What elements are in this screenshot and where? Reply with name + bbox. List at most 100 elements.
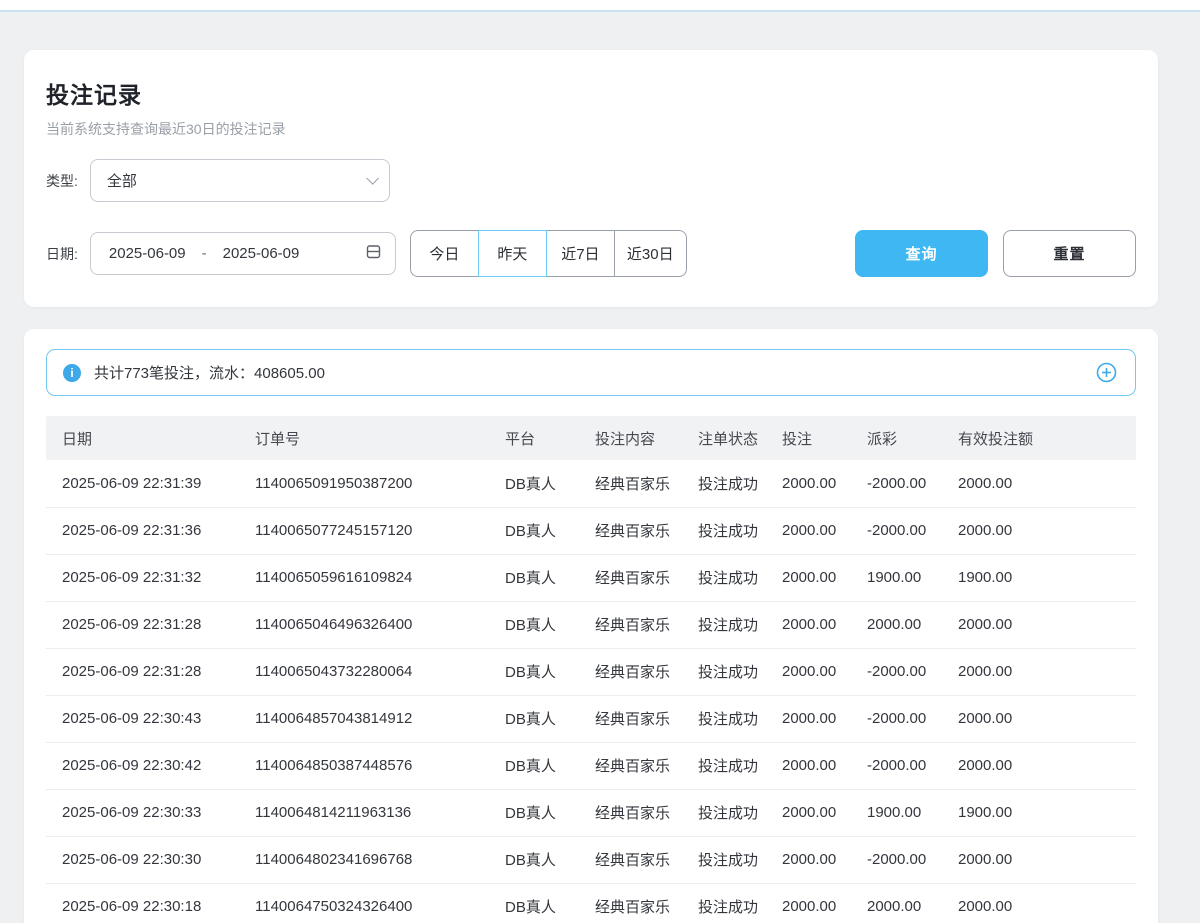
date-filter-row: 日期: 2025-06-09 - 2025-06-09 今日昨天近7日近30日 … [46,230,1136,277]
column-header: 订单号 [239,416,489,460]
cell-platform: DB真人 [489,554,579,601]
column-header: 有效投注额 [942,416,1136,460]
cell-bet: 2000.00 [766,789,851,836]
chevron-down-icon [366,172,379,185]
cell-content: 经典百家乐 [579,789,682,836]
cell-content: 经典百家乐 [579,695,682,742]
cell-status: 投注成功 [682,507,766,554]
cell-date: 2025-06-09 22:31:36 [46,507,239,554]
cell-payout: 1900.00 [851,789,942,836]
type-select[interactable]: 全部 [90,159,390,202]
cell-order: 1140064850387448576 [239,742,489,789]
cell-status: 投注成功 [682,789,766,836]
cell-bet: 2000.00 [766,507,851,554]
query-button[interactable]: 查询 [855,230,988,277]
cell-date: 2025-06-09 22:30:33 [46,789,239,836]
top-strip [0,0,1200,10]
results-card: i 共计773笔投注，流水：408605.00 日期订单号平台投注内容注单状态投… [24,329,1158,923]
column-header: 投注 [766,416,851,460]
type-filter-row: 类型: 全部 [46,159,1136,202]
cell-order: 1140064802341696768 [239,836,489,883]
cell-valid: 2000.00 [942,883,1136,923]
cell-bet: 2000.00 [766,695,851,742]
cell-valid: 1900.00 [942,789,1136,836]
cell-content: 经典百家乐 [579,507,682,554]
date-label: 日期: [46,244,78,264]
reset-button[interactable]: 重置 [1003,230,1136,277]
table-row: 2025-06-09 22:31:391140065091950387200DB… [46,460,1136,507]
cell-bet: 2000.00 [766,601,851,648]
plus-circle-icon[interactable] [1096,362,1117,383]
cell-platform: DB真人 [489,507,579,554]
cell-payout: -2000.00 [851,742,942,789]
cell-date: 2025-06-09 22:30:43 [46,695,239,742]
cell-bet: 2000.00 [766,883,851,923]
cell-platform: DB真人 [489,460,579,507]
cell-valid: 2000.00 [942,742,1136,789]
cell-status: 投注成功 [682,554,766,601]
cell-date: 2025-06-09 22:31:39 [46,460,239,507]
cell-valid: 1900.00 [942,554,1136,601]
cell-valid: 2000.00 [942,601,1136,648]
quick-date-button-1[interactable]: 昨天 [478,230,547,277]
top-accent-line [0,10,1200,12]
cell-bet: 2000.00 [766,836,851,883]
cell-payout: -2000.00 [851,460,942,507]
cell-platform: DB真人 [489,695,579,742]
cell-order: 1140064750324326400 [239,883,489,923]
cell-valid: 2000.00 [942,648,1136,695]
quick-date-button-2[interactable]: 近7日 [546,230,615,277]
table-row: 2025-06-09 22:30:331140064814211963136DB… [46,789,1136,836]
cell-valid: 2000.00 [942,507,1136,554]
cell-payout: -2000.00 [851,507,942,554]
cell-content: 经典百家乐 [579,836,682,883]
cell-payout: -2000.00 [851,648,942,695]
column-header: 日期 [46,416,239,460]
cell-valid: 2000.00 [942,695,1136,742]
cell-bet: 2000.00 [766,742,851,789]
cell-valid: 2000.00 [942,836,1136,883]
cell-order: 1140064814211963136 [239,789,489,836]
cell-date: 2025-06-09 22:30:42 [46,742,239,789]
summary-text: 共计773笔投注，流水：408605.00 [94,362,325,383]
cell-order: 1140065091950387200 [239,460,489,507]
cell-order: 1140064857043814912 [239,695,489,742]
cell-status: 投注成功 [682,648,766,695]
cell-order: 1140065046496326400 [239,601,489,648]
cell-bet: 2000.00 [766,554,851,601]
quick-date-button-0[interactable]: 今日 [410,230,479,277]
type-label: 类型: [46,171,78,191]
table-row: 2025-06-09 22:30:301140064802341696768DB… [46,836,1136,883]
calendar-icon [366,244,381,263]
cell-status: 投注成功 [682,836,766,883]
cell-platform: DB真人 [489,883,579,923]
column-header: 平台 [489,416,579,460]
table-row: 2025-06-09 22:30:181140064750324326400DB… [46,883,1136,923]
date-separator: - [202,245,207,262]
type-select-value: 全部 [107,170,137,191]
bet-records-table: 日期订单号平台投注内容注单状态投注派彩有效投注额 2025-06-09 22:3… [46,416,1136,923]
quick-date-button-group: 今日昨天近7日近30日 [410,230,687,277]
cell-date: 2025-06-09 22:31:28 [46,601,239,648]
page-subtitle: 当前系统支持查询最近30日的投注记录 [46,119,1136,139]
cell-date: 2025-06-09 22:31:28 [46,648,239,695]
column-header: 注单状态 [682,416,766,460]
cell-content: 经典百家乐 [579,648,682,695]
cell-bet: 2000.00 [766,460,851,507]
cell-valid: 2000.00 [942,460,1136,507]
cell-payout: -2000.00 [851,836,942,883]
info-icon: i [63,364,81,382]
cell-content: 经典百家乐 [579,601,682,648]
cell-content: 经典百家乐 [579,460,682,507]
cell-payout: 2000.00 [851,883,942,923]
cell-date: 2025-06-09 22:30:30 [46,836,239,883]
table-header: 日期订单号平台投注内容注单状态投注派彩有效投注额 [46,416,1136,460]
table-row: 2025-06-09 22:31:281140065043732280064DB… [46,648,1136,695]
cell-payout: 1900.00 [851,554,942,601]
date-range-input[interactable]: 2025-06-09 - 2025-06-09 [90,232,396,275]
cell-order: 1140065043732280064 [239,648,489,695]
cell-payout: 2000.00 [851,601,942,648]
cell-payout: -2000.00 [851,695,942,742]
cell-content: 经典百家乐 [579,742,682,789]
quick-date-button-3[interactable]: 近30日 [614,230,687,277]
